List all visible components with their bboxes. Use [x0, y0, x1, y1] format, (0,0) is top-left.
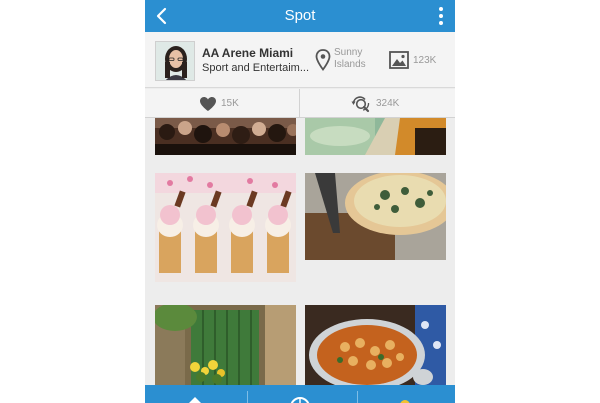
- photo-quiche-pie[interactable]: [305, 173, 446, 260]
- photos-count: 123K: [413, 55, 437, 66]
- nav-explore[interactable]: [250, 385, 350, 403]
- more-menu-button[interactable]: [433, 4, 449, 28]
- nav-home[interactable]: [145, 385, 245, 403]
- likes-count: 15K: [221, 98, 239, 109]
- photo-chickpea-stew[interactable]: [305, 305, 446, 385]
- avatar[interactable]: [155, 41, 195, 81]
- photo-ice-cream-cones[interactable]: [155, 173, 296, 282]
- globe-icon: [290, 397, 310, 403]
- photo-crowd[interactable]: [155, 118, 296, 155]
- views-button[interactable]: 324K: [300, 89, 455, 118]
- stats-row: 15K 324K: [145, 89, 455, 118]
- bottom-nav: [145, 385, 455, 403]
- search-refresh-icon: [351, 96, 370, 113]
- nav-divider: [247, 391, 248, 403]
- spot-info-row: AA Arene Miami Sport and Entertaim... Su…: [145, 32, 455, 88]
- location-line-1: Sunny: [334, 47, 363, 58]
- photo-grid: [145, 118, 455, 385]
- image-icon[interactable]: [389, 51, 409, 69]
- chevron-left-icon: [156, 7, 167, 25]
- home-icon: [189, 397, 201, 403]
- nav-profile[interactable]: [355, 385, 455, 403]
- more-vertical-icon: [439, 7, 443, 25]
- heart-icon: [200, 97, 216, 111]
- page-title: Spot: [284, 7, 316, 24]
- back-button[interactable]: [151, 5, 173, 27]
- photo-poolside-drink[interactable]: [305, 118, 446, 155]
- map-pin-icon[interactable]: [315, 49, 331, 71]
- spot-name[interactable]: AA Arene Miami: [202, 46, 293, 60]
- likes-button[interactable]: 15K: [145, 89, 300, 118]
- top-bar: Spot: [145, 0, 455, 32]
- user-icon: [400, 400, 410, 403]
- views-count: 324K: [376, 98, 400, 109]
- photo-green-door-flowers[interactable]: [155, 305, 296, 385]
- app-screen: Spot AA Arene Miami Sport and Entertaim.…: [145, 0, 455, 403]
- spot-category: Sport and Entertaim...: [202, 62, 309, 74]
- location-line-2: Islands: [334, 59, 366, 70]
